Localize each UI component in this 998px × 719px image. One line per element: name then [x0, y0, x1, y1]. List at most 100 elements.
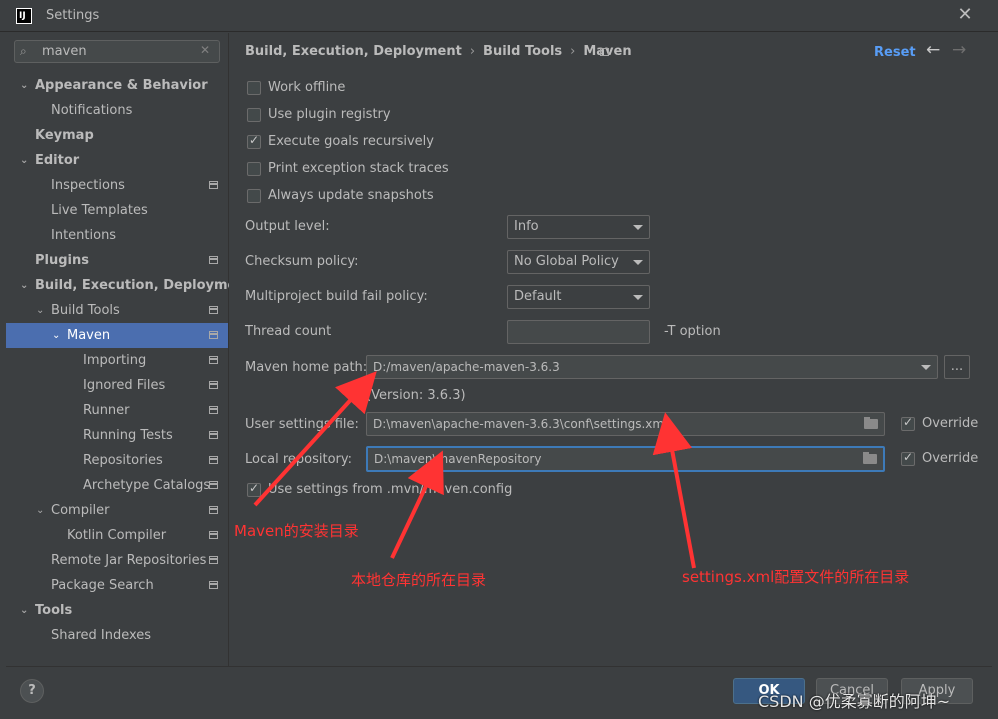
clear-search-icon[interactable]: ✕ — [200, 43, 210, 57]
project-scope-icon — [209, 331, 218, 339]
project-scope-icon — [209, 556, 218, 564]
mvn-config-checkbox[interactable] — [247, 481, 261, 497]
sidebar-item-inspections[interactable]: Inspections — [6, 173, 228, 198]
maven-version-label: (Version: 3.6.3) — [366, 388, 466, 403]
checkbox-label: Always update snapshots — [268, 188, 434, 203]
project-scope-icon — [209, 356, 218, 364]
annotation-maven-home: Maven的安装目录 — [234, 522, 359, 540]
sidebar-item-label: Repositories — [83, 453, 163, 468]
sidebar-item-repositories[interactable]: Repositories — [6, 448, 228, 473]
sidebar-item-runner[interactable]: Runner — [6, 398, 228, 423]
fail-policy-label: Multiproject build fail policy: — [245, 289, 428, 304]
sidebar-item-compiler[interactable]: ⌄ Compiler — [6, 498, 228, 523]
sidebar-item-kotlin-compiler[interactable]: Kotlin Compiler — [6, 523, 228, 548]
breadcrumb-separator: › — [570, 44, 576, 59]
project-scope-icon — [209, 306, 218, 314]
chevron-down-icon[interactable] — [921, 365, 931, 370]
maven-home-label: Maven home path: — [245, 360, 368, 375]
user-settings-input[interactable]: D:\maven\apache-maven-3.6.3\conf\setting… — [366, 412, 885, 436]
work-offline-checkbox[interactable] — [247, 81, 261, 95]
chevron-down-icon[interactable]: ⌄ — [20, 273, 28, 298]
sidebar-item-tools[interactable]: ⌄ Tools — [6, 598, 228, 623]
sidebar-item-importing[interactable]: Importing — [6, 348, 228, 373]
project-scope-icon — [209, 256, 218, 264]
chevron-down-icon — [633, 295, 643, 300]
sidebar-item-archetype-catalogs[interactable]: Archetype Catalogs — [6, 473, 228, 498]
arrow-right-icon[interactable]: → — [952, 40, 966, 60]
sidebar-item-editor[interactable]: ⌄ Editor — [6, 148, 228, 173]
sidebar-item-label: Running Tests — [83, 428, 173, 443]
sidebar-item-appearance-behavior[interactable]: ⌄ Appearance & Behavior — [6, 73, 228, 98]
project-scope-icon — [209, 181, 218, 189]
folder-icon[interactable] — [863, 452, 877, 464]
arrow-left-icon[interactable]: ← — [926, 40, 940, 60]
breadcrumb-item[interactable]: Build Tools — [483, 44, 562, 59]
browse-button[interactable]: ... — [944, 355, 970, 379]
project-scope-icon — [209, 431, 218, 439]
execute-goals-recursively-checkbox[interactable] — [247, 133, 261, 149]
chevron-down-icon[interactable]: ⌄ — [20, 598, 28, 623]
checksum-policy-select[interactable]: No Global Policy — [507, 250, 650, 274]
thread-count-input[interactable] — [507, 320, 650, 344]
sidebar-item-maven[interactable]: ⌄ Maven — [6, 323, 228, 348]
use-plugin-registry-checkbox[interactable] — [247, 108, 261, 122]
maven-home-input[interactable]: D:/maven/apache-maven-3.6.3 — [366, 355, 938, 379]
sidebar-item-notifications[interactable]: Notifications — [6, 98, 228, 123]
output-level-value: Info — [514, 219, 539, 234]
folder-icon[interactable] — [864, 417, 878, 429]
chevron-down-icon[interactable]: ⌄ — [20, 148, 28, 173]
reset-link[interactable]: Reset — [874, 45, 916, 60]
chevron-down-icon[interactable]: ⌄ — [52, 323, 60, 348]
local-repository-value: D:\maven\mavenRepository — [374, 452, 542, 466]
thread-count-hint: -T option — [664, 324, 721, 339]
project-scope-icon — [209, 506, 218, 514]
checksum-policy-label: Checksum policy: — [245, 254, 359, 269]
checkbox-label: Work offline — [268, 80, 346, 95]
print-stack-traces-checkbox[interactable] — [247, 162, 261, 176]
sidebar-item-build-execution-deployment[interactable]: ⌄ Build, Execution, Deployment — [6, 273, 252, 298]
chevron-down-icon[interactable]: ⌄ — [20, 73, 28, 98]
annotation-settings-xml: settings.xml配置文件的所在目录 — [682, 568, 910, 586]
breadcrumb-item[interactable]: Build, Execution, Deployment — [245, 44, 462, 59]
title-bar — [0, 0, 998, 32]
breadcrumb-separator: › — [469, 44, 476, 59]
local-repo-override-checkbox[interactable] — [901, 450, 915, 466]
sidebar-item-shared-indexes[interactable]: Shared Indexes — [6, 623, 228, 648]
checkbox-label: Print exception stack traces — [268, 161, 449, 176]
sidebar-item-label: Editor — [35, 153, 80, 168]
sidebar-item-ignored-files[interactable]: Ignored Files — [6, 373, 228, 398]
fail-policy-value: Default — [514, 289, 562, 304]
breadcrumb: Build, Execution, Deployment › Build Tools… — [245, 44, 632, 59]
local-repository-input[interactable]: D:\maven\mavenRepository — [366, 446, 885, 472]
sidebar-item-running-tests[interactable]: Running Tests — [6, 423, 228, 448]
search-input[interactable] — [42, 43, 192, 59]
sidebar-item-label: Archetype Catalogs — [83, 478, 211, 493]
sidebar-item-label: Build Tools — [51, 303, 120, 318]
sidebar-item-intentions[interactable]: Intentions — [6, 223, 228, 248]
checksum-policy-value: No Global Policy — [514, 254, 619, 269]
user-settings-override-checkbox[interactable] — [901, 415, 915, 431]
checkbox-label: Use settings from .mvn/maven.config — [268, 482, 513, 497]
always-update-snapshots-checkbox[interactable] — [247, 189, 261, 203]
user-settings-value: D:\maven\apache-maven-3.6.3\conf\setting… — [373, 417, 668, 431]
chevron-down-icon[interactable]: ⌄ — [36, 498, 44, 523]
fail-policy-select[interactable]: Default — [507, 285, 650, 309]
sidebar-item-label: Inspections — [51, 178, 125, 193]
close-icon[interactable]: ✕ — [954, 4, 976, 26]
annotation-local-repo: 本地仓库的所在目录 — [351, 571, 487, 589]
output-level-label: Output level: — [245, 219, 330, 234]
project-scope-icon — [209, 406, 218, 414]
sidebar-item-package-search[interactable]: Package Search — [6, 573, 228, 598]
sidebar-item-live-templates[interactable]: Live Templates — [6, 198, 228, 223]
sidebar-item-keymap[interactable]: Keymap — [6, 123, 228, 148]
checkbox-label: Execute goals recursively — [268, 134, 434, 149]
output-level-select[interactable]: Info — [507, 215, 650, 239]
help-button[interactable]: ? — [20, 679, 44, 703]
sidebar-item-label: Runner — [83, 403, 130, 418]
sidebar-item-build-tools[interactable]: ⌄ Build Tools — [6, 298, 228, 323]
sidebar-item-label: Intentions — [51, 228, 117, 243]
sidebar-item-remote-jar-repositories[interactable]: Remote Jar Repositories — [6, 548, 228, 573]
sidebar-item-label: Appearance & Behavior — [35, 78, 208, 93]
sidebar-item-plugins[interactable]: Plugins — [6, 248, 228, 273]
chevron-down-icon[interactable]: ⌄ — [36, 298, 44, 323]
